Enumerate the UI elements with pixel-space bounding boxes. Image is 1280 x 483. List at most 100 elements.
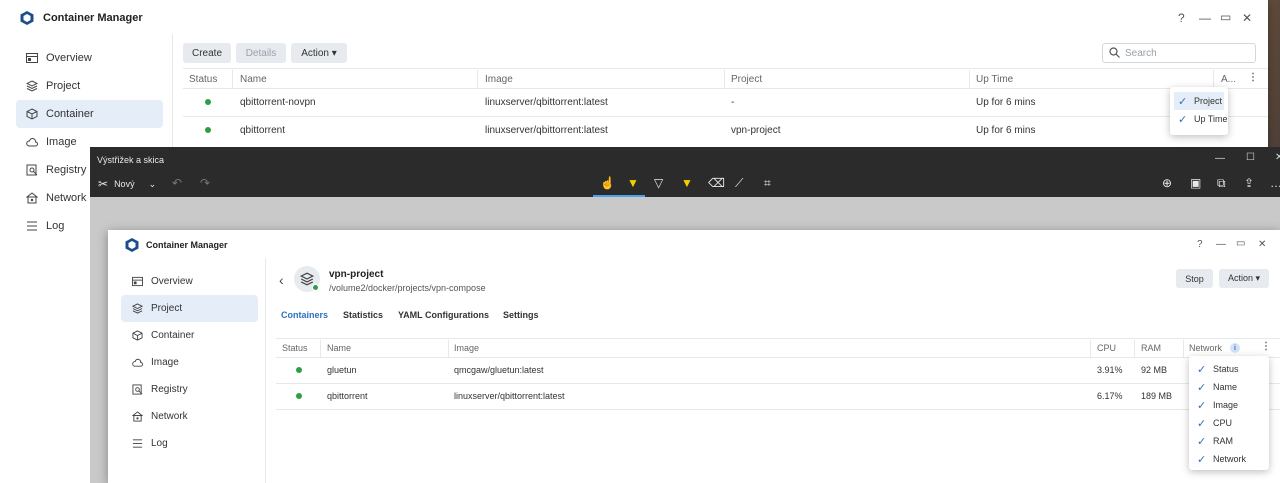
column-header-name[interactable]: Name xyxy=(327,343,351,353)
stop-button[interactable]: Stop xyxy=(1176,269,1213,288)
redo-icon[interactable]: ↷ xyxy=(200,176,210,190)
sidebar-item-container[interactable]: Container xyxy=(121,322,258,349)
app-logo-icon xyxy=(19,10,35,29)
sidebar-item-label: Overview xyxy=(151,276,193,287)
action-dropdown[interactable]: Action ▾ xyxy=(291,43,347,63)
column-divider xyxy=(969,70,970,88)
more-icon[interactable]: … xyxy=(1270,176,1280,190)
column-header-project[interactable]: Project xyxy=(731,74,762,85)
column-menu-kebab-icon[interactable]: ⋮ xyxy=(1261,341,1271,352)
search-box[interactable]: Search xyxy=(1102,43,1256,63)
menu-item-project[interactable]: ✓ Project xyxy=(1174,92,1224,110)
minimize-button[interactable]: — xyxy=(1199,11,1211,25)
menu-item-cpu[interactable]: ✓ CPU xyxy=(1189,414,1269,432)
crop-icon[interactable]: ⌗ xyxy=(764,176,771,191)
column-header-image[interactable]: Image xyxy=(454,343,479,353)
create-button[interactable]: Create xyxy=(183,43,231,63)
tab-yaml-configurations[interactable]: YAML Configurations xyxy=(398,310,489,320)
menu-item-status[interactable]: ✓ Status xyxy=(1189,360,1269,378)
sidebar-item-label: Registry xyxy=(151,384,188,395)
project-status-dot xyxy=(312,284,319,291)
column-header-status[interactable]: Status xyxy=(282,343,308,353)
column-header-name[interactable]: Name xyxy=(240,74,267,85)
touch-writing-icon[interactable]: ☝ xyxy=(600,176,615,190)
new-snip-icon: ✂ xyxy=(98,177,109,191)
header-top-line xyxy=(183,68,1268,69)
table-row[interactable]: gluetun qmcgaw/gluetun:latest 3.91% 92 M… xyxy=(276,358,1280,383)
highlighter-icon[interactable]: ▼ xyxy=(681,176,693,190)
window-title: Container Manager xyxy=(146,240,228,250)
column-header-ram[interactable]: RAM xyxy=(1141,343,1161,353)
menu-item-uptime[interactable]: ✓ Up Time xyxy=(1170,110,1228,128)
close-button[interactable]: ✕ xyxy=(1242,11,1252,25)
sidebar-item-container[interactable]: Container xyxy=(16,100,163,128)
sidebar-item-overview[interactable]: Overview xyxy=(121,268,258,295)
maximize-button[interactable]: ▭ xyxy=(1236,238,1245,249)
column-divider xyxy=(477,70,478,88)
sidebar-item-label: Project xyxy=(46,80,81,92)
eraser-icon[interactable]: ⌫ xyxy=(708,176,725,190)
minimize-button[interactable]: — xyxy=(1216,239,1226,250)
action-dropdown[interactable]: Action ▾ xyxy=(1219,269,1269,288)
new-snip-button[interactable]: ✂ Nový ⌄ xyxy=(98,177,156,191)
network-icon xyxy=(26,192,38,204)
info-icon[interactable]: i xyxy=(1230,343,1240,353)
column-header-cpu[interactable]: CPU xyxy=(1097,343,1116,353)
undo-icon[interactable]: ↶ xyxy=(172,176,182,190)
help-button[interactable]: ? xyxy=(1197,239,1203,250)
column-header-status[interactable]: Status xyxy=(189,74,217,85)
menu-item-network[interactable]: ✓ Network xyxy=(1189,450,1269,468)
sidebar-item-registry[interactable]: Registry xyxy=(121,376,258,403)
sidebar-item-label: Image xyxy=(151,357,179,368)
tab-containers[interactable]: Containers xyxy=(281,310,328,320)
sidebar-item-log[interactable]: Log xyxy=(121,430,258,457)
column-header-image[interactable]: Image xyxy=(485,74,513,85)
details-button[interactable]: Details xyxy=(236,43,286,63)
close-button[interactable]: ✕ xyxy=(1258,239,1266,250)
sidebar-item-label: Project xyxy=(151,303,183,314)
chevron-down-icon[interactable]: ⌄ xyxy=(149,179,157,190)
menu-item-image[interactable]: ✓ Image xyxy=(1189,396,1269,414)
overview-icon xyxy=(131,276,143,288)
menu-item-name[interactable]: ✓ Name xyxy=(1189,378,1269,396)
header-top-line xyxy=(276,338,1280,339)
check-icon: ✓ xyxy=(1197,381,1207,394)
sidebar-item-overview[interactable]: Overview xyxy=(16,44,163,72)
menu-item-label: Up Time xyxy=(1194,114,1228,124)
pencil-icon[interactable]: ▽ xyxy=(654,176,663,190)
column-header-network[interactable]: Network xyxy=(1189,343,1222,353)
table-row[interactable]: qbittorrent linuxserver/qbittorrent:late… xyxy=(276,384,1280,409)
snip-close-button[interactable]: ✕ xyxy=(1275,152,1280,163)
sidebar-item-image[interactable]: Image xyxy=(121,349,258,376)
row-name: qbittorrent xyxy=(240,125,286,136)
column-menu-kebab-icon[interactable]: ⋮ xyxy=(1248,72,1258,83)
snip-maximize-button[interactable]: ☐ xyxy=(1246,152,1255,163)
row-name: qbittorrent-novpn xyxy=(240,97,316,108)
table-row[interactable]: qbittorrent-novpn linuxserver/qbittorren… xyxy=(183,89,1268,116)
project-name: vpn-project xyxy=(329,269,384,280)
list-icon xyxy=(131,438,143,450)
row-ram: 189 MB xyxy=(1141,391,1173,401)
ruler-icon[interactable]: ⟋ xyxy=(735,176,743,191)
tab-statistics[interactable]: Statistics xyxy=(343,310,383,320)
check-icon: ✓ xyxy=(1197,363,1207,376)
menu-item-ram[interactable]: ✓ RAM xyxy=(1189,432,1269,450)
help-button[interactable]: ? xyxy=(1178,11,1185,25)
snip-minimize-button[interactable]: — xyxy=(1215,153,1225,164)
copy-icon[interactable]: ⧉ xyxy=(1217,176,1226,191)
share-icon[interactable]: ⇪ xyxy=(1244,176,1254,190)
sidebar-item-project[interactable]: Project xyxy=(121,295,258,322)
zoom-icon[interactable]: ⊕ xyxy=(1162,176,1172,190)
sidebar-item-network[interactable]: Network xyxy=(121,403,258,430)
sidebar-item-project[interactable]: Project xyxy=(16,72,163,100)
maximize-button[interactable]: ▭ xyxy=(1220,10,1231,24)
network-icon xyxy=(131,411,143,423)
tab-settings[interactable]: Settings xyxy=(503,310,539,320)
column-header-truncated[interactable]: A... xyxy=(1221,74,1236,85)
back-chevron-icon[interactable]: ‹ xyxy=(279,272,284,288)
container-icon xyxy=(26,108,38,120)
save-icon[interactable]: ▣ xyxy=(1190,176,1201,190)
column-header-uptime[interactable]: Up Time xyxy=(976,74,1013,85)
table-row[interactable]: qbittorrent linuxserver/qbittorrent:late… xyxy=(183,117,1268,144)
ballpoint-pen-icon[interactable]: ▼ xyxy=(627,176,639,190)
